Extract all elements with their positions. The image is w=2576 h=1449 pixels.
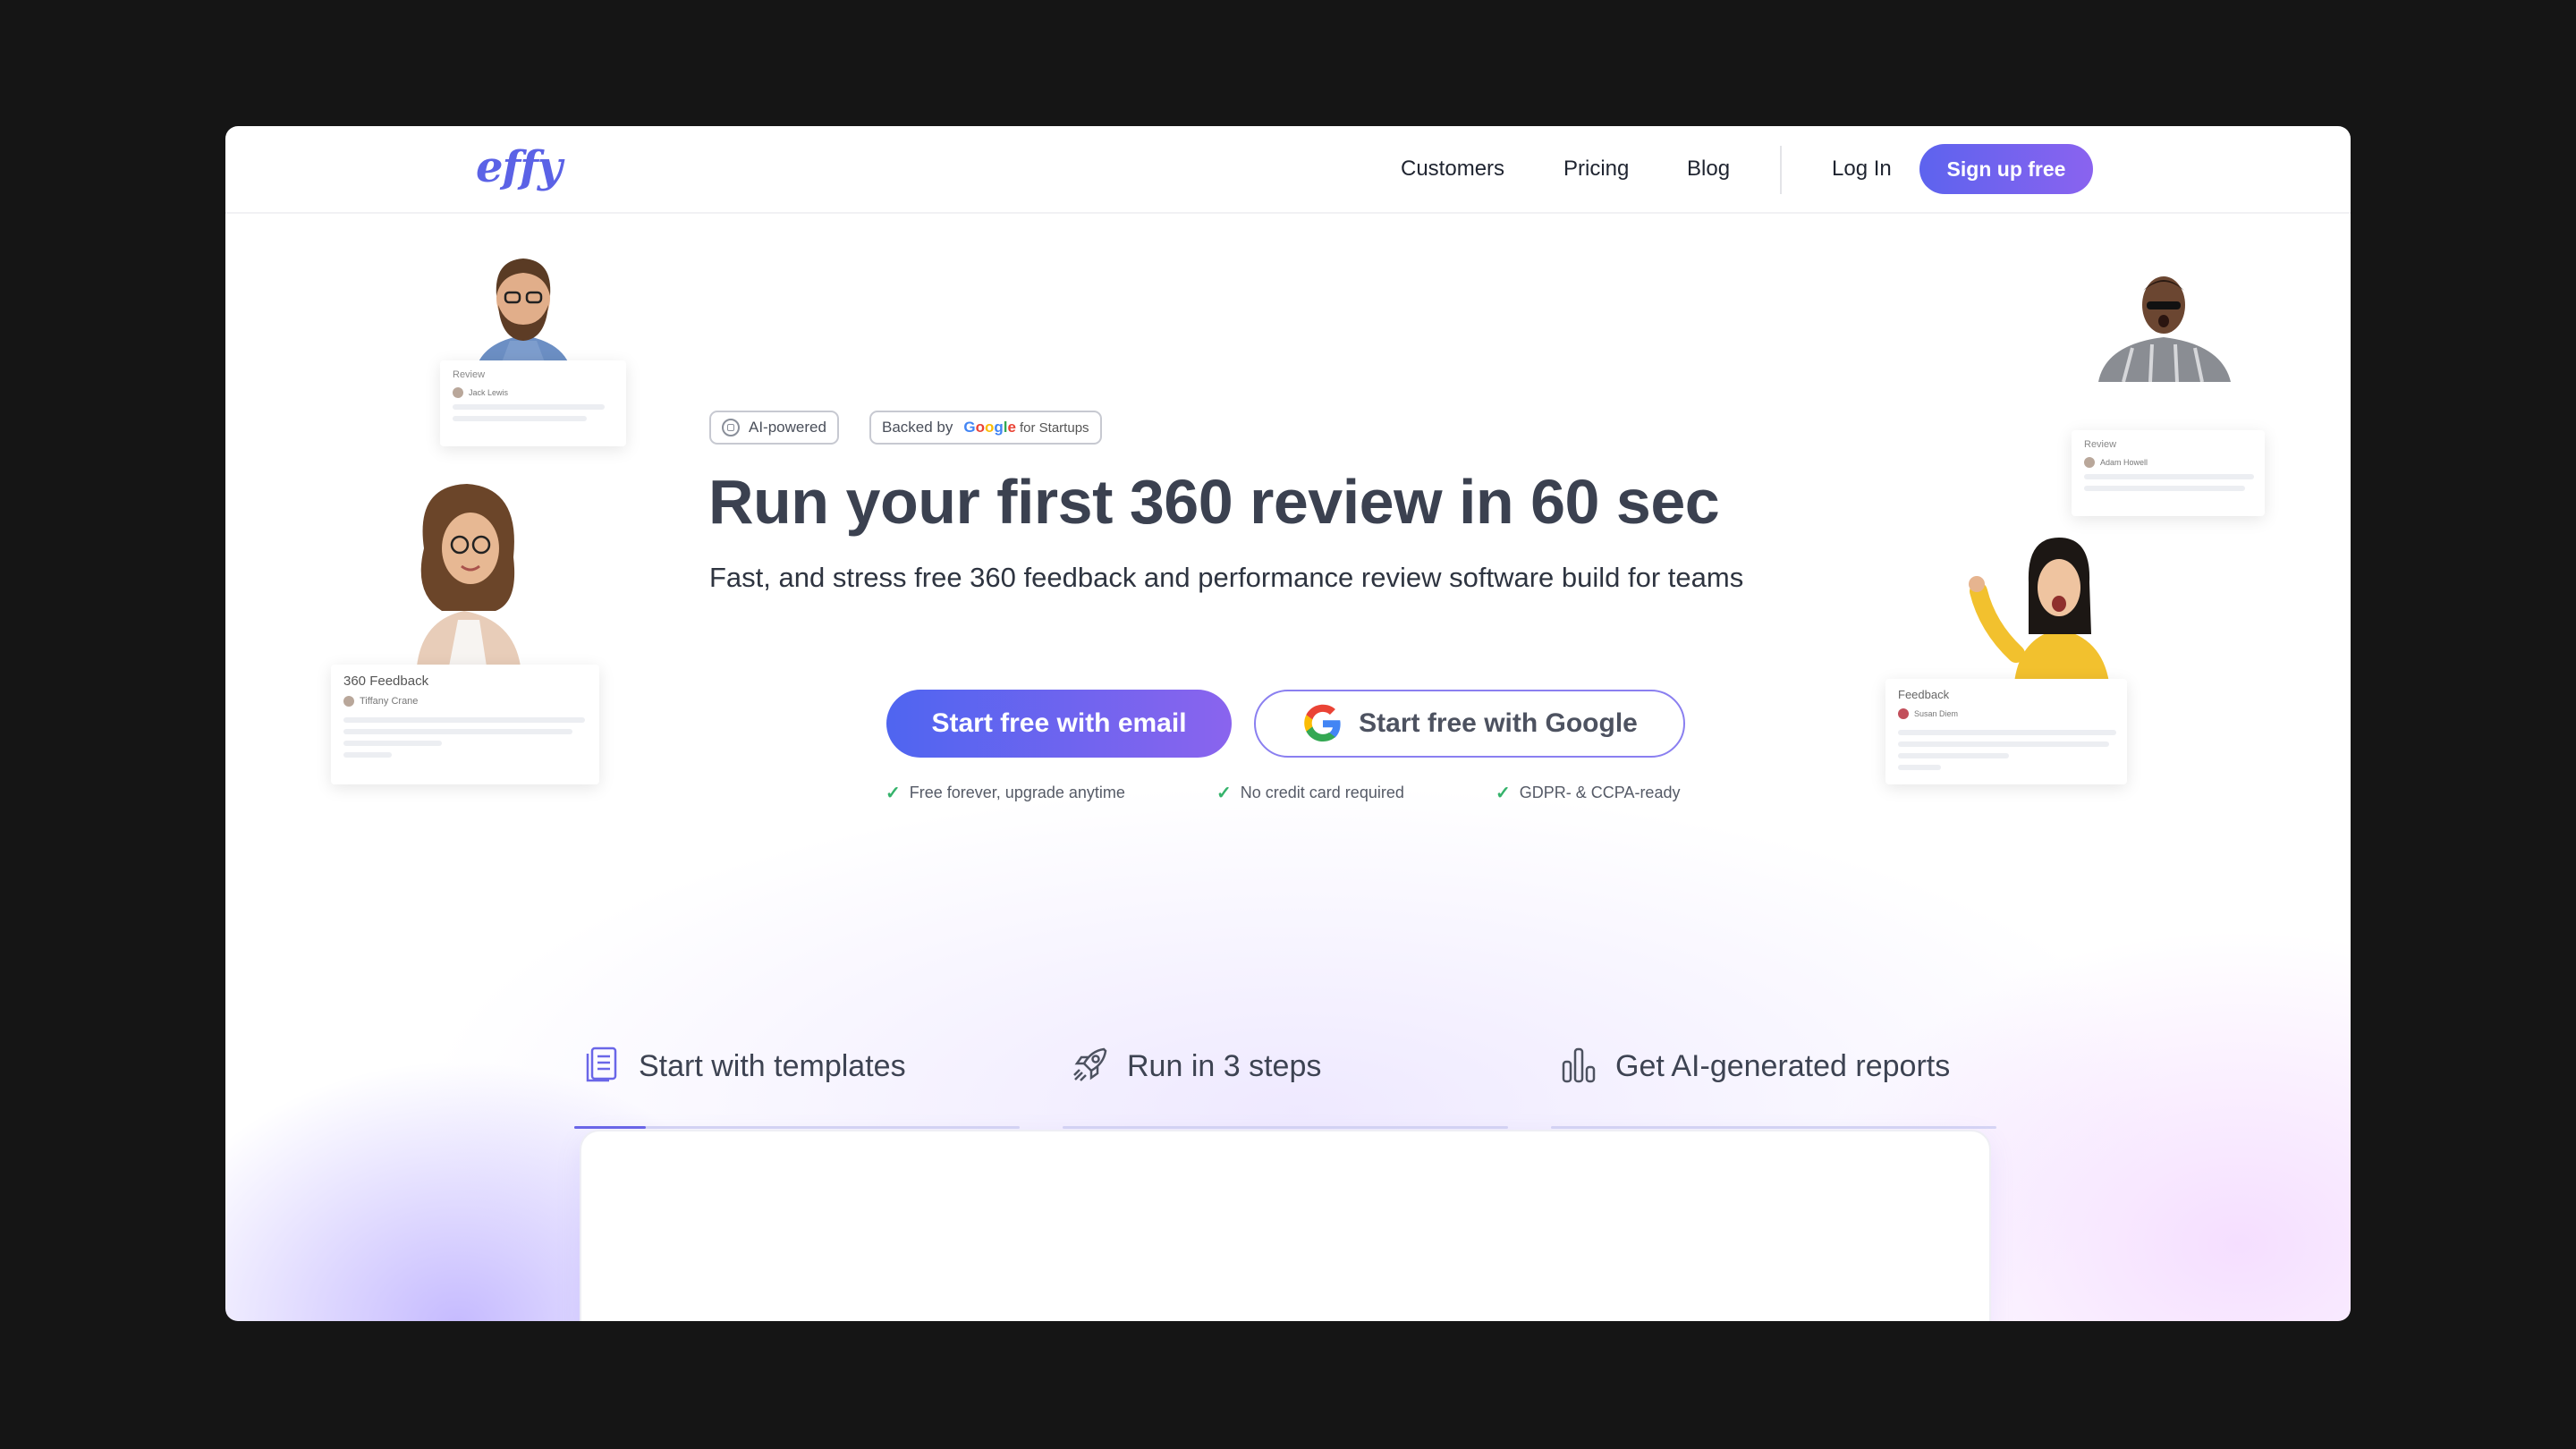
start-with-google-button[interactable]: Start free with Google [1254, 690, 1685, 758]
google-g-icon [1304, 704, 1341, 741]
perk-free-forever: ✓ Free forever, upgrade anytime [886, 784, 1125, 803]
google-button-label: Start free with Google [1359, 708, 1638, 738]
person-photo-woman-pointing [1969, 538, 2109, 682]
top-navigation: effy Customers Pricing Blog Log In Sign … [225, 126, 2351, 214]
hero-headline: Run your first 360 review in 60 sec [708, 467, 1720, 537]
signup-button[interactable]: Sign up free [1919, 144, 2093, 194]
login-link[interactable]: Log In [1832, 157, 1892, 182]
avatar [2084, 457, 2095, 468]
person-photo-bearded-man [474, 258, 572, 377]
perk-gdpr: ✓ GDPR- & CCPA-ready [1496, 784, 1681, 803]
ai-badge-label: AI-powered [749, 419, 826, 436]
rocket-icon [1073, 1047, 1107, 1081]
tab-progress-indicator [574, 1126, 646, 1129]
perk-no-credit-card: ✓ No credit card required [1216, 784, 1404, 803]
tab-templates[interactable]: Start with templates [574, 1038, 1020, 1129]
nav-link-pricing[interactable]: Pricing [1563, 157, 1629, 182]
nav-link-blog[interactable]: Blog [1687, 157, 1730, 182]
feedback-card-susan: Feedback Susan Diem [1885, 679, 2127, 784]
tab-label: Start with templates [639, 1049, 906, 1083]
effy-logo[interactable]: effy [476, 142, 563, 192]
for-startups-label: for Startups [1020, 419, 1089, 436]
avatar [343, 696, 354, 707]
nav-divider [1780, 146, 1782, 194]
tab-label: Get AI-generated reports [1615, 1049, 1951, 1083]
person-photo-woman-glasses [417, 484, 521, 666]
hero-subheadline: Fast, and stress free 360 feedback and p… [709, 562, 1744, 593]
start-with-email-button[interactable]: Start free with email [886, 690, 1232, 758]
avatar [1898, 708, 1909, 719]
check-icon: ✓ [1216, 784, 1232, 803]
tab-ai-reports[interactable]: Get AI-generated reports [1551, 1038, 1996, 1129]
google-logo: Google [963, 419, 1016, 436]
person-photo-man-sunglasses [2098, 276, 2231, 382]
feedback-card-tiffany: 360 Feedback Tiffany Crane [331, 665, 599, 784]
review-card-adam: Review Adam Howell [2072, 430, 2265, 516]
tab-underline [1063, 1126, 1508, 1129]
check-icon: ✓ [1496, 784, 1511, 803]
backed-by-label: Backed by [882, 419, 953, 436]
tab-content-panel [581, 1131, 1989, 1321]
ai-powered-badge: AI-powered [709, 411, 839, 445]
tab-run-in-3-steps[interactable]: Run in 3 steps [1063, 1038, 1508, 1129]
browser-page: effy Customers Pricing Blog Log In Sign … [225, 126, 2351, 1321]
review-card-jack: Review Jack Lewis [440, 360, 626, 446]
check-icon: ✓ [886, 784, 901, 803]
tab-underline [1551, 1126, 1996, 1129]
tab-label: Run in 3 steps [1127, 1049, 1322, 1083]
bar-chart-icon [1562, 1047, 1596, 1083]
ai-chip-icon [722, 419, 740, 436]
document-list-icon [586, 1046, 617, 1082]
google-startups-badge: Backed by Google for Startups [869, 411, 1102, 445]
avatar [453, 387, 463, 398]
nav-link-customers[interactable]: Customers [1401, 157, 1504, 182]
